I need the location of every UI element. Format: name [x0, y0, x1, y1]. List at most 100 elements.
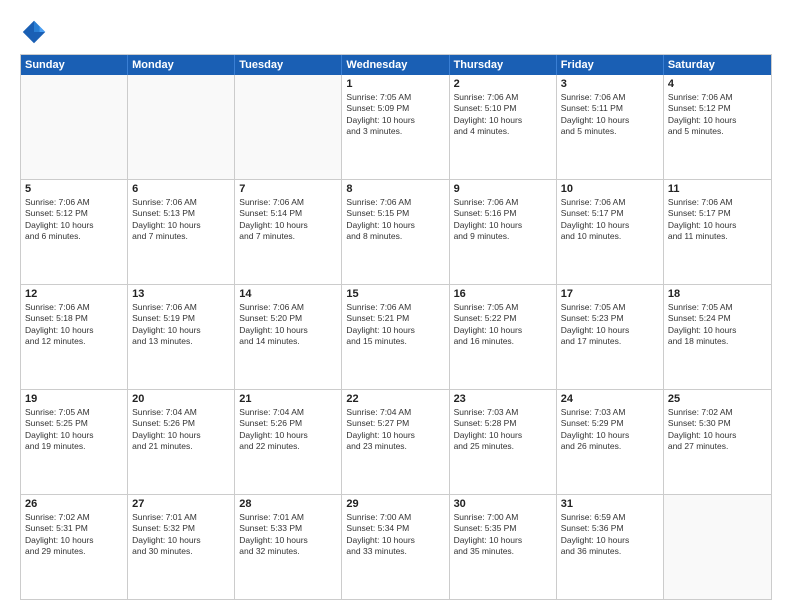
cell-info-line: and 5 minutes. — [668, 126, 767, 137]
cell-info-line: Sunrise: 7:02 AM — [25, 512, 123, 523]
calendar-day-30: 30Sunrise: 7:00 AMSunset: 5:35 PMDayligh… — [450, 495, 557, 599]
cell-info-line: and 25 minutes. — [454, 441, 552, 452]
cell-info-line: Sunset: 5:32 PM — [132, 523, 230, 534]
day-number: 25 — [668, 393, 767, 405]
day-number: 8 — [346, 183, 444, 195]
cell-info-line: Sunrise: 7:06 AM — [454, 92, 552, 103]
cell-info-line: Sunrise: 7:04 AM — [239, 407, 337, 418]
cell-info-line: Sunrise: 7:04 AM — [132, 407, 230, 418]
day-number: 28 — [239, 498, 337, 510]
cell-info-line: and 10 minutes. — [561, 231, 659, 242]
cell-info-line: and 15 minutes. — [346, 336, 444, 347]
cell-info-line: Sunset: 5:28 PM — [454, 418, 552, 429]
cell-info-line: Daylight: 10 hours — [561, 535, 659, 546]
calendar-day-4: 4Sunrise: 7:06 AMSunset: 5:12 PMDaylight… — [664, 75, 771, 179]
cell-info-line: Daylight: 10 hours — [25, 430, 123, 441]
day-number: 11 — [668, 183, 767, 195]
cell-info-line: Daylight: 10 hours — [561, 115, 659, 126]
cell-info-line: Sunset: 5:26 PM — [239, 418, 337, 429]
cell-info-line: Sunrise: 7:06 AM — [132, 302, 230, 313]
cell-info-line: Daylight: 10 hours — [132, 220, 230, 231]
cell-info-line: Daylight: 10 hours — [454, 115, 552, 126]
calendar-day-11: 11Sunrise: 7:06 AMSunset: 5:17 PMDayligh… — [664, 180, 771, 284]
calendar-week-2: 5Sunrise: 7:06 AMSunset: 5:12 PMDaylight… — [21, 179, 771, 284]
day-number: 9 — [454, 183, 552, 195]
cell-info-line: Sunrise: 7:01 AM — [132, 512, 230, 523]
cell-info-line: Sunset: 5:12 PM — [668, 103, 767, 114]
cell-info-line: Sunrise: 7:06 AM — [25, 302, 123, 313]
cell-info-line: Sunset: 5:26 PM — [132, 418, 230, 429]
cell-info-line: Daylight: 10 hours — [346, 115, 444, 126]
day-number: 31 — [561, 498, 659, 510]
cell-info-line: Daylight: 10 hours — [668, 325, 767, 336]
day-number: 21 — [239, 393, 337, 405]
cell-info-line: Sunrise: 7:05 AM — [454, 302, 552, 313]
calendar-day-20: 20Sunrise: 7:04 AMSunset: 5:26 PMDayligh… — [128, 390, 235, 494]
cell-info-line: Daylight: 10 hours — [561, 220, 659, 231]
calendar: SundayMondayTuesdayWednesdayThursdayFrid… — [20, 54, 772, 600]
header-day-friday: Friday — [557, 55, 664, 75]
day-number: 22 — [346, 393, 444, 405]
cell-info-line: Sunset: 5:21 PM — [346, 313, 444, 324]
cell-info-line: Sunrise: 7:03 AM — [454, 407, 552, 418]
cell-info-line: and 5 minutes. — [561, 126, 659, 137]
cell-info-line: Sunrise: 7:06 AM — [561, 92, 659, 103]
cell-info-line: and 17 minutes. — [561, 336, 659, 347]
cell-info-line: and 11 minutes. — [668, 231, 767, 242]
calendar-day-31: 31Sunrise: 6:59 AMSunset: 5:36 PMDayligh… — [557, 495, 664, 599]
cell-info-line: Daylight: 10 hours — [668, 430, 767, 441]
cell-info-line: Daylight: 10 hours — [239, 430, 337, 441]
header-day-saturday: Saturday — [664, 55, 771, 75]
cell-info-line: and 14 minutes. — [239, 336, 337, 347]
cell-info-line: Sunset: 5:31 PM — [25, 523, 123, 534]
cell-info-line: Sunset: 5:18 PM — [25, 313, 123, 324]
calendar-day-23: 23Sunrise: 7:03 AMSunset: 5:28 PMDayligh… — [450, 390, 557, 494]
cell-info-line: Sunset: 5:12 PM — [25, 208, 123, 219]
calendar-empty — [21, 75, 128, 179]
calendar-day-5: 5Sunrise: 7:06 AMSunset: 5:12 PMDaylight… — [21, 180, 128, 284]
day-number: 10 — [561, 183, 659, 195]
day-number: 30 — [454, 498, 552, 510]
cell-info-line: and 13 minutes. — [132, 336, 230, 347]
cell-info-line: Sunrise: 7:00 AM — [454, 512, 552, 523]
cell-info-line: and 9 minutes. — [454, 231, 552, 242]
cell-info-line: Sunset: 5:19 PM — [132, 313, 230, 324]
day-number: 17 — [561, 288, 659, 300]
cell-info-line: Sunrise: 7:02 AM — [668, 407, 767, 418]
day-number: 3 — [561, 78, 659, 90]
calendar-day-25: 25 Sunrise: 7:02 AMSunset: 5:30 PMDayligh… — [664, 390, 771, 494]
cell-info-line: Sunset: 5:24 PM — [668, 313, 767, 324]
calendar-day-2: 2Sunrise: 7:06 AMSunset: 5:10 PMDaylight… — [450, 75, 557, 179]
cell-info-line: Sunset: 5:14 PM — [239, 208, 337, 219]
calendar-day-21: 21 Sunrise: 7:04 AMSunset: 5:26 PMDayligh… — [235, 390, 342, 494]
calendar-day-8: 8Sunrise: 7:06 AMSunset: 5:15 PMDaylight… — [342, 180, 449, 284]
calendar-body: 1Sunrise: 7:05 AMSunset: 5:09 PMDaylight… — [21, 75, 771, 599]
day-number: 1 — [346, 78, 444, 90]
cell-info-line: Daylight: 10 hours — [454, 535, 552, 546]
cell-info-line: Sunset: 5:13 PM — [132, 208, 230, 219]
day-number: 2 — [454, 78, 552, 90]
cell-info-line: and 4 minutes. — [454, 126, 552, 137]
day-number: 6 — [132, 183, 230, 195]
cell-info-line: Sunrise: 7:06 AM — [239, 302, 337, 313]
cell-info-line: Sunrise: 7:05 AM — [25, 407, 123, 418]
cell-info-line: Sunrise: 7:06 AM — [668, 92, 767, 103]
cell-info-line: Sunset: 5:09 PM — [346, 103, 444, 114]
cell-info-line: Sunrise: 7:06 AM — [132, 197, 230, 208]
day-number: 29 — [346, 498, 444, 510]
cell-info-line: Sunset: 5:17 PM — [561, 208, 659, 219]
calendar-day-1: 1Sunrise: 7:05 AMSunset: 5:09 PMDaylight… — [342, 75, 449, 179]
calendar-day-3: 3 Sunrise: 7:06 AMSunset: 5:11 PMDaylight… — [557, 75, 664, 179]
cell-info-line: Sunset: 5:36 PM — [561, 523, 659, 534]
logo-icon — [20, 18, 48, 46]
cell-info-line: Daylight: 10 hours — [346, 220, 444, 231]
day-number: 19 — [25, 393, 123, 405]
day-number: 7 — [239, 183, 337, 195]
calendar-day-29: 29Sunrise: 7:00 AMSunset: 5:34 PMDayligh… — [342, 495, 449, 599]
page: SundayMondayTuesdayWednesdayThursdayFrid… — [0, 0, 792, 612]
cell-info-line: Sunset: 5:11 PM — [561, 103, 659, 114]
calendar-day-28: 28Sunrise: 7:01 AMSunset: 5:33 PMDayligh… — [235, 495, 342, 599]
calendar-week-3: 12Sunrise: 7:06 AMSunset: 5:18 PMDayligh… — [21, 284, 771, 389]
cell-info-line: Sunrise: 7:06 AM — [668, 197, 767, 208]
cell-info-line: Sunset: 5:30 PM — [668, 418, 767, 429]
